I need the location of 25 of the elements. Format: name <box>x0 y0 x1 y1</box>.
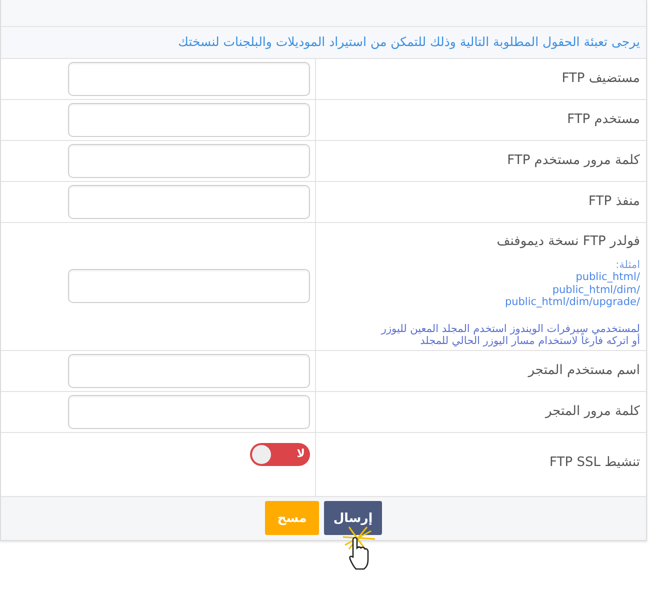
example-path: /public_html/dim/upgrade <box>504 296 640 309</box>
field-label: منفذ FTP <box>588 193 640 212</box>
example-path: /public_html <box>576 271 640 284</box>
help-note: أو اتركه فارغاً لاستخدام مسار اليوزر الحالي للمجلد <box>420 335 640 348</box>
input-field[interactable] <box>68 62 310 96</box>
field-label: كلمة مرور المتجر <box>544 402 640 421</box>
input-field[interactable] <box>68 103 310 138</box>
field-label: كلمة مرور مستخدم FTP <box>506 152 640 170</box>
input-field[interactable] <box>68 354 310 388</box>
submit-button[interactable]: إرسال <box>324 501 382 536</box>
instruction-text: يرجى تعبئة الحقول المطلوبة التالية وذلك للتمكن من استيراد الموديلات والبلجنات لنسختك <box>178 33 640 52</box>
field-label: اسم مستخدم المتجر <box>526 362 640 380</box>
input-field[interactable] <box>68 144 310 178</box>
field-label: مستخدم FTP <box>566 111 640 130</box>
input-field[interactable] <box>68 394 310 429</box>
field-label: مستضيف FTP <box>560 70 640 88</box>
input-field[interactable] <box>68 269 310 304</box>
toggle-state-text: لا <box>296 446 306 462</box>
help-note: لمستخدمي سيرفرات الويندوز استخدم المجلد المعين لليوزر <box>381 322 640 335</box>
field-label: فولدر FTP نسخة ديموفنف <box>496 233 640 252</box>
input-field[interactable] <box>68 185 310 220</box>
example-path: /public_html/dim <box>552 284 640 296</box>
toggle-switch[interactable]: لا <box>250 442 310 466</box>
field-label: تنشيط FTP SSL <box>548 454 640 472</box>
help-label: امثلة: <box>616 258 640 272</box>
